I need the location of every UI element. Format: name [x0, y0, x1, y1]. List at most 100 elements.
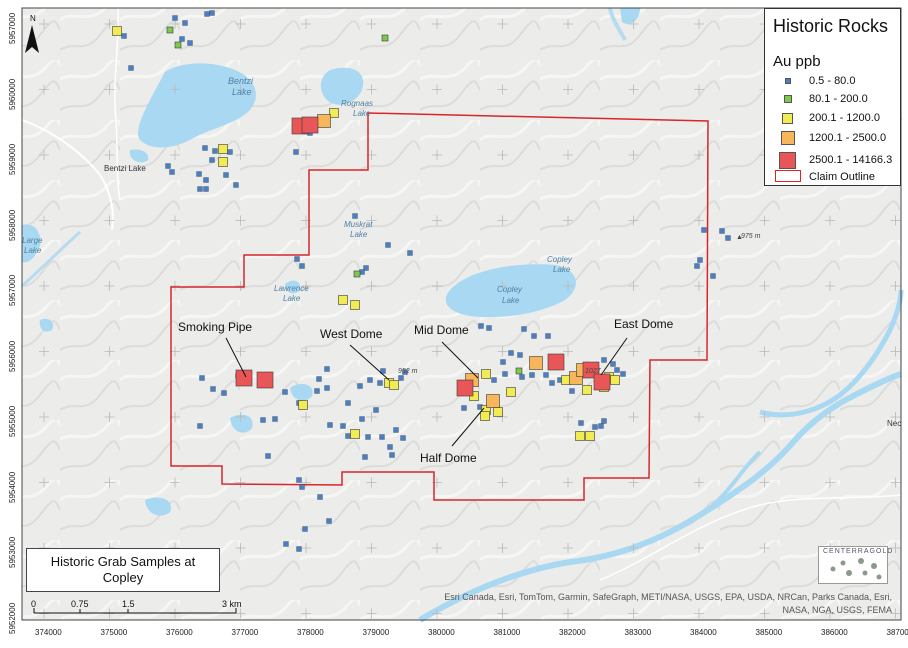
sample-point	[694, 263, 700, 269]
northing-label: 5960000	[8, 78, 17, 110]
easting-label: 380000	[428, 628, 455, 637]
rognaas-lake-label: Rognaas	[341, 99, 373, 108]
sample-point	[400, 435, 406, 441]
sample-point	[393, 427, 399, 433]
northing-label: 5957000	[8, 274, 17, 306]
company-logo: CENTERRAGOLD	[818, 546, 892, 584]
rognaas-lake-label: Lake	[353, 109, 371, 118]
sample-point	[187, 40, 193, 46]
sample-point	[345, 433, 351, 439]
attribution-line: NASA, NGA, USGS, FEMA	[782, 605, 892, 615]
easting-label: 383000	[624, 628, 652, 637]
sample-point	[345, 400, 351, 406]
easting-label: 382000	[559, 628, 586, 637]
sample-point	[294, 256, 300, 262]
sample-point	[701, 227, 707, 233]
sample-point	[601, 357, 607, 363]
legend-swatch	[784, 95, 792, 103]
copley-lake-label: Lake	[502, 296, 520, 305]
sample-point	[299, 484, 305, 490]
sample-point	[521, 326, 527, 332]
sample-point	[166, 26, 174, 34]
sample-point	[329, 108, 339, 118]
sample-point	[202, 145, 208, 151]
sample-point	[547, 353, 565, 371]
sample-point	[326, 518, 332, 524]
sample-point	[317, 494, 323, 500]
sample-point	[491, 377, 497, 383]
sample-point	[223, 172, 229, 178]
east-dome-label: East Dome	[614, 317, 674, 331]
sample-point	[174, 41, 182, 49]
sample-point	[367, 377, 373, 383]
legend-swatch	[782, 113, 793, 124]
sample-point	[389, 452, 395, 458]
sample-point	[317, 114, 331, 128]
claim-swatch	[775, 170, 801, 182]
sample-point	[500, 359, 506, 365]
sample-point	[227, 149, 233, 155]
sample-point	[327, 422, 333, 428]
logo-dots-icon	[830, 558, 882, 580]
half-dome-label: Half Dome	[420, 451, 477, 465]
sample-point	[128, 65, 134, 71]
copley-lake-label: Copley	[497, 285, 523, 294]
sample-point	[282, 389, 288, 395]
sample-point	[203, 186, 209, 192]
northing-label: 5957000	[8, 12, 17, 44]
easting-label: 378000	[297, 628, 324, 637]
sample-point	[719, 228, 725, 234]
smoking-pipe-label: Smoking Pipe	[178, 320, 252, 334]
legend: Historic Rocks Au ppb 0.5 - 80.0 80.1 - …	[764, 8, 901, 186]
sample-point	[203, 177, 209, 183]
sample-point	[260, 417, 266, 423]
legend-item: 2500.1 - 14166.3	[765, 152, 902, 170]
sample-point	[316, 376, 322, 382]
sample-point	[543, 372, 549, 378]
sample-point	[169, 169, 175, 175]
legend-item: 200.1 - 1200.0	[765, 110, 902, 128]
sample-point	[529, 372, 535, 378]
north-arrow-icon	[25, 25, 39, 53]
sample-point	[529, 356, 543, 370]
sample-point	[725, 235, 731, 241]
sample-point	[519, 374, 525, 380]
map-title-line: Historic Grab Samples at	[50, 554, 196, 569]
sample-point	[697, 257, 703, 263]
elevation-label: 975 m	[741, 233, 761, 240]
easting-label: 387000	[886, 628, 908, 637]
sample-point	[377, 380, 383, 386]
scale-label: 1.5	[122, 599, 135, 609]
bentzi-lake-label: Lake	[232, 87, 252, 97]
sample-point	[324, 366, 330, 372]
easting-label: 385000	[755, 628, 783, 637]
sample-point	[549, 380, 555, 386]
easting-label: 386000	[821, 628, 848, 637]
sample-point	[293, 149, 299, 155]
sample-point	[710, 273, 716, 279]
sample-point	[209, 10, 215, 16]
muskrat-lake-label: Lake	[350, 230, 368, 239]
legend-label: 0.5 - 80.0	[809, 75, 856, 87]
sample-point	[265, 453, 271, 459]
scale-label: 3 km	[222, 599, 242, 609]
copley-lake-label: Lake	[553, 265, 571, 274]
northing-label: 5956000	[8, 340, 17, 372]
sample-point	[352, 213, 358, 219]
large-lake-label: Large	[22, 236, 43, 245]
sample-point	[197, 186, 203, 192]
sample-point	[531, 333, 537, 339]
map-title-box: Historic Grab Samples at Copley	[26, 548, 220, 592]
sample-point	[598, 423, 604, 429]
sample-point	[299, 263, 305, 269]
sample-point	[359, 416, 365, 422]
legend-label: 200.1 - 1200.0	[809, 112, 880, 124]
sample-point	[172, 15, 178, 21]
place-label: Nec	[887, 419, 901, 428]
sample-point	[379, 434, 385, 440]
sample-point	[502, 371, 508, 377]
sample-point	[182, 20, 188, 26]
northing-label: 5954000	[8, 471, 17, 503]
scale-label: 0	[31, 599, 36, 609]
legend-item: Claim Outline	[765, 170, 902, 191]
